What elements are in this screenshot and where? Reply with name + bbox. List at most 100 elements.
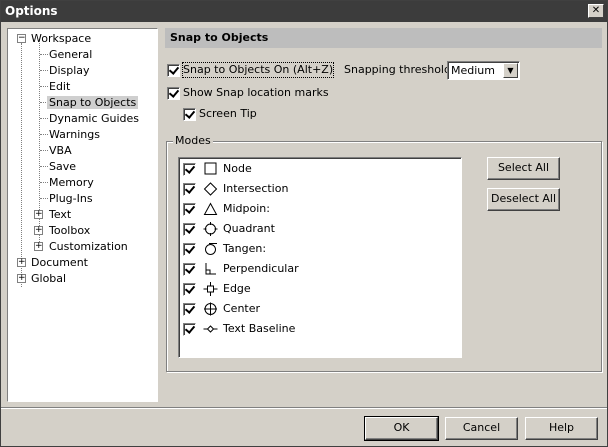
mode-label: Midpoin:: [223, 202, 270, 215]
tree-item-label: Memory: [49, 176, 94, 189]
tree-connector: [21, 43, 22, 287]
deselect-all-button[interactable]: Deselect All: [487, 188, 560, 211]
cancel-button[interactable]: Cancel: [445, 417, 518, 440]
tree-connector: [40, 70, 48, 71]
mode-label: Text Baseline: [223, 322, 296, 335]
close-button[interactable]: ✕: [588, 4, 604, 18]
options-window: Options ✕ − Workspace General Display Ed…: [0, 0, 608, 447]
tree-item-label: Display: [49, 64, 90, 77]
expand-icon[interactable]: +: [17, 274, 26, 283]
mode-row-midpoint[interactable]: Midpoin:: [183, 200, 453, 218]
screen-tip-label[interactable]: Screen Tip: [199, 107, 257, 121]
modes-list[interactable]: Node Intersection Midpoin: Quadrant Tang…: [178, 157, 462, 358]
tree-item-label: Snap to Objects: [47, 96, 139, 109]
tree-item-vba[interactable]: VBA: [49, 143, 72, 158]
mode-row-text-baseline[interactable]: Text Baseline: [183, 320, 453, 338]
mode-row-perpendicular[interactable]: Perpendicular: [183, 260, 453, 278]
tree-item-label: Text: [49, 208, 72, 221]
tree-item-label: Save: [49, 160, 77, 173]
mode-row-quadrant[interactable]: Quadrant: [183, 220, 453, 238]
mode-label: Intersection: [223, 182, 289, 195]
tree-item-label: Edit: [49, 80, 71, 93]
show-snap-marks-checkbox[interactable]: [167, 87, 180, 100]
mode-row-center[interactable]: Center: [183, 300, 453, 318]
tree-item-plug-ins[interactable]: Plug-Ins: [49, 191, 93, 206]
mode-label: Perpendicular: [223, 262, 299, 275]
tree-item-snap-to-objects[interactable]: Snap to Objects: [47, 95, 139, 110]
show-snap-marks-label[interactable]: Show Snap location marks: [183, 86, 329, 100]
mode-checkbox[interactable]: [183, 283, 196, 296]
tree-connector: [40, 150, 48, 151]
tree-item-label: Plug-Ins: [49, 192, 93, 205]
panel-title: Snap to Objects: [165, 28, 602, 48]
chevron-down-icon[interactable]: ▼: [503, 63, 518, 78]
expand-icon[interactable]: +: [34, 242, 43, 251]
mode-row-tangent[interactable]: Tangen:: [183, 240, 453, 258]
tree-connector: [40, 134, 48, 135]
tree-connector: [40, 198, 48, 199]
tree-item-label: Global: [31, 272, 67, 285]
tree-item-dynamic-guides[interactable]: Dynamic Guides: [49, 111, 139, 126]
tree-connector: [40, 54, 48, 55]
edge-icon: [203, 282, 218, 296]
tangent-icon: [205, 243, 217, 255]
snapping-threshold-label: Snapping threshold: [344, 63, 451, 76]
window-title: Options: [5, 4, 58, 18]
screen-tip-checkbox[interactable]: [183, 108, 196, 121]
snapping-threshold-select[interactable]: Medium ▼: [447, 61, 520, 80]
mode-label: Edge: [223, 282, 251, 295]
snap-on-label[interactable]: Snap to Objects On (Alt+Z): [181, 62, 335, 78]
tree-item-save[interactable]: Save: [49, 159, 76, 174]
mode-checkbox[interactable]: [183, 323, 196, 336]
mode-checkbox[interactable]: [183, 243, 196, 256]
tree-item-label: VBA: [49, 144, 72, 157]
expand-icon[interactable]: +: [34, 226, 43, 235]
tree-item-label: Dynamic Guides: [49, 112, 140, 125]
snap-on-checkbox[interactable]: [167, 64, 180, 77]
mode-checkbox[interactable]: [183, 183, 196, 196]
tree-item-display[interactable]: Display: [49, 63, 90, 78]
options-tree[interactable]: − Workspace General Display Edit Snap to…: [7, 28, 158, 402]
tree-item-label: Customization: [49, 240, 128, 253]
mode-checkbox[interactable]: [183, 203, 196, 216]
triangle-icon: [203, 202, 218, 215]
close-icon: ✕: [591, 5, 601, 16]
snapping-threshold-value: Medium: [451, 64, 495, 77]
mode-row-node[interactable]: Node: [183, 160, 453, 178]
tree-item-label: Toolbox: [49, 224, 91, 237]
collapse-icon[interactable]: −: [17, 34, 26, 43]
tree-item-edit[interactable]: Edit: [49, 79, 70, 94]
mode-checkbox[interactable]: [183, 263, 196, 276]
ok-button[interactable]: OK: [364, 416, 439, 441]
tree-connector: [40, 182, 48, 183]
tree-item-label: Warnings: [49, 128, 100, 141]
modes-group-title: Modes: [173, 134, 213, 147]
diamond-icon: [203, 182, 218, 196]
tree-item-label: Document: [31, 256, 88, 269]
expand-icon[interactable]: +: [17, 258, 26, 267]
tree-item-general[interactable]: General: [49, 47, 92, 62]
tree-connector: [40, 118, 48, 119]
tree-item-label: Workspace: [31, 32, 92, 45]
title-bar[interactable]: Options ✕: [1, 1, 607, 22]
help-button[interactable]: Help: [525, 417, 598, 440]
mode-label: Tangen:: [223, 242, 267, 255]
tree-item-warnings[interactable]: Warnings: [49, 127, 100, 142]
mode-checkbox[interactable]: [183, 303, 196, 316]
tree-connector: [40, 102, 46, 103]
footer-separator: [1, 407, 607, 409]
tree-item-label: General: [49, 48, 93, 61]
mode-row-intersection[interactable]: Intersection: [183, 180, 453, 198]
mode-label: Center: [223, 302, 261, 315]
tree-item-memory[interactable]: Memory: [49, 175, 94, 190]
tree-connector: [40, 86, 48, 87]
mode-label: Node: [223, 162, 252, 175]
select-all-button[interactable]: Select All: [487, 157, 560, 180]
tree-connector: [40, 166, 48, 167]
expand-icon[interactable]: +: [34, 210, 43, 219]
perpendicular-icon: [205, 263, 216, 275]
mode-checkbox[interactable]: [183, 223, 196, 236]
mode-checkbox[interactable]: [183, 163, 196, 176]
center-icon: [204, 302, 217, 316]
mode-row-edge[interactable]: Edge: [183, 280, 453, 298]
